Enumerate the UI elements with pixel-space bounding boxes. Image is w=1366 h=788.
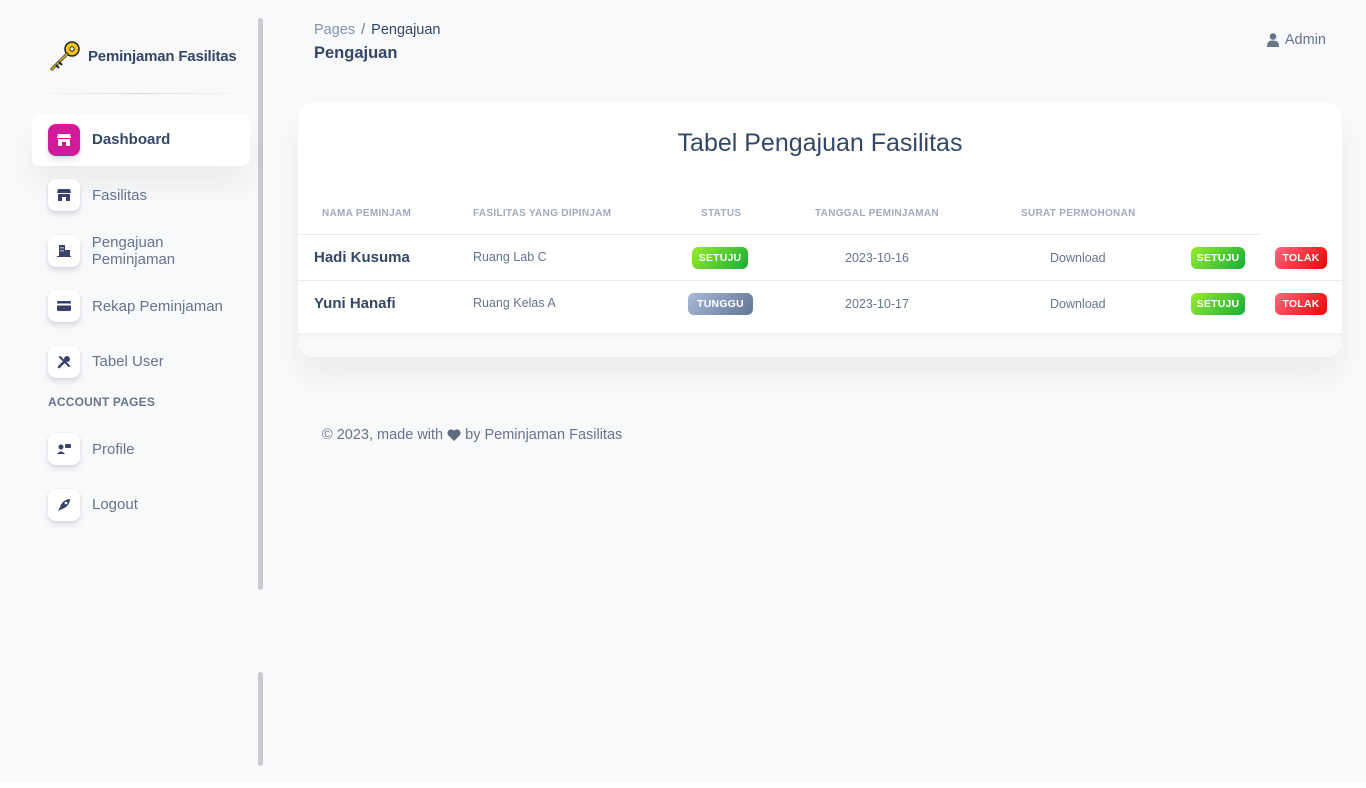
credit-card-icon <box>48 290 80 322</box>
sidebar-item-tabel-user[interactable]: Tabel User <box>32 335 250 388</box>
sidebar-item-label: Pengajuan Peminjaman <box>91 233 176 268</box>
borrow-date: 2023-10-16 <box>845 251 909 265</box>
column-header-name: Nama Peminjam <box>322 208 412 219</box>
breadcrumb-pages-link[interactable]: Pages <box>314 22 355 38</box>
breadcrumb-separator: / <box>361 22 366 38</box>
user-name: Admin <box>1284 32 1326 48</box>
column-header-facility: Fasilitas yang dipinjam <box>473 208 612 219</box>
facility-name: Ruang Lab C <box>473 250 547 264</box>
download-link[interactable]: Download <box>1050 251 1106 265</box>
rocket-icon <box>48 488 80 521</box>
brand-divider <box>32 93 250 94</box>
sidebar-item-label: Rekap Peminjaman <box>92 297 223 315</box>
facility-requests-card: Tabel Pengajuan Fasilitas Nama Peminjam … <box>298 103 1342 357</box>
sidebar-nav: Dashboard Fasilitas Pengajuan Peminjaman… <box>32 113 250 534</box>
status-badge: SETUJU <box>692 247 748 269</box>
sidebar-scrollbar[interactable] <box>258 18 263 590</box>
sidebar-item-label: Logout <box>92 496 138 513</box>
borrower-name: Yuni Hanafi <box>314 295 396 312</box>
sidebar-item-profile[interactable]: Profile <box>32 423 250 476</box>
download-link[interactable]: Download <box>1050 297 1106 311</box>
breadcrumb: Pages / Pengajuan <box>314 22 441 38</box>
sidebar-item-pengajuan-peminjaman[interactable]: Pengajuan Peminjaman <box>32 224 250 277</box>
approve-button[interactable]: SETUJU <box>1191 293 1245 315</box>
office-icon <box>48 234 80 267</box>
row-divider <box>298 280 1342 281</box>
sidebar-item-rekap-peminjaman[interactable]: Rekap Peminjaman <box>32 280 250 333</box>
account-pages-heading: Account Pages <box>48 394 156 409</box>
sidebar-item-fasilitas[interactable]: Fasilitas <box>32 169 250 222</box>
sidebar: Peminjaman Fasilitas Dashboard Fasilitas… <box>16 16 264 768</box>
heart-icon <box>447 429 461 441</box>
column-header-date: Tanggal Peminjaman <box>815 208 939 219</box>
approve-button[interactable]: SETUJU <box>1191 247 1245 269</box>
sidebar-item-label: Fasilitas <box>92 186 148 204</box>
facility-name: Ruang Kelas A <box>473 296 556 310</box>
sidebar-item-label: Dashboard <box>92 131 171 148</box>
profile-icon <box>48 433 80 465</box>
brand[interactable]: Peminjaman Fasilitas <box>48 38 237 74</box>
sidebar-item-label: Profile <box>92 440 135 458</box>
user-icon <box>1266 33 1279 47</box>
sidebar-scrollbar-lower[interactable] <box>258 672 263 766</box>
borrow-date: 2023-10-17 <box>845 297 909 311</box>
column-header-status: Status <box>701 208 742 219</box>
borrower-name: Hadi Kusuma <box>314 249 410 266</box>
page-title: Pengajuan <box>314 44 398 62</box>
status-badge: TUNGGU <box>688 293 753 315</box>
footer-suffix: by Peminjaman Fasilitas <box>465 427 623 443</box>
shop-icon <box>48 179 80 211</box>
column-header-letter: Surat Permohonan <box>1021 208 1136 219</box>
brand-name: Peminjaman Fasilitas <box>88 47 237 65</box>
key-icon <box>50 41 80 71</box>
user-menu[interactable]: Admin <box>1266 32 1326 48</box>
header-divider <box>298 234 1260 235</box>
bottom-band <box>0 782 1366 788</box>
footer-prefix: © 2023, made with <box>322 427 444 443</box>
breadcrumb-current: Pengajuan <box>371 22 441 38</box>
footer: © 2023, made with by Peminjaman Fasilita… <box>322 427 622 443</box>
table-title: Tabel Pengajuan Fasilitas <box>677 129 963 157</box>
card-footer-strip <box>298 333 1342 357</box>
sidebar-item-dashboard[interactable]: Dashboard <box>32 113 250 166</box>
sidebar-item-logout[interactable]: Logout <box>32 478 250 531</box>
shop-icon <box>48 123 80 156</box>
tools-icon <box>48 345 80 378</box>
reject-button[interactable]: TOLAK <box>1275 247 1327 269</box>
reject-button[interactable]: TOLAK <box>1275 293 1327 315</box>
sidebar-item-label: Tabel User <box>92 353 164 370</box>
